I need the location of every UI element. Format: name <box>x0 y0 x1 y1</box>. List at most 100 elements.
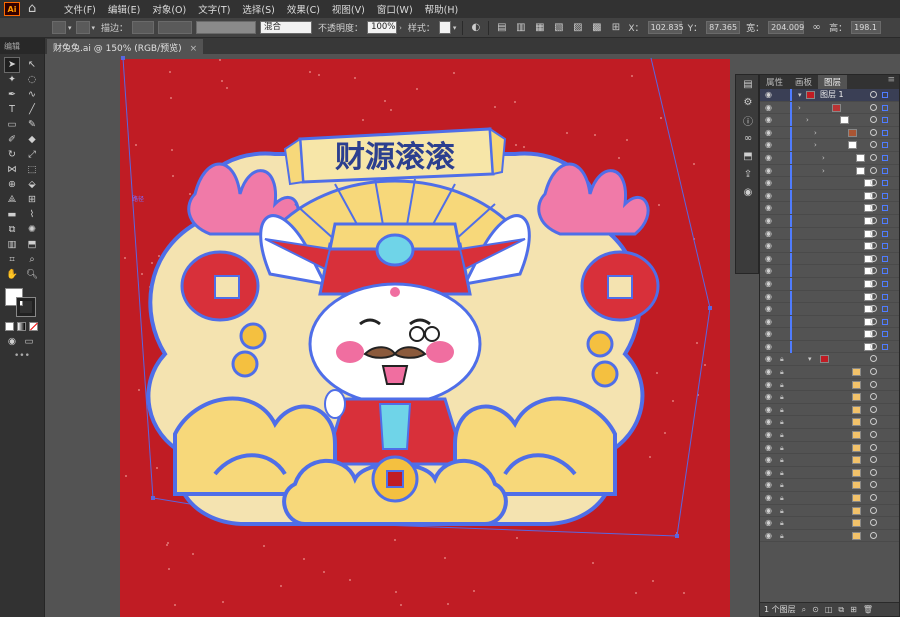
chevron-down-icon[interactable]: ▾ <box>92 24 96 32</box>
menu-file[interactable]: 文件(F) <box>64 2 96 16</box>
properties-panel-icon[interactable]: ▤ <box>736 75 760 93</box>
layer-row[interactable]: ◉ › <box>760 164 899 178</box>
visibility-eye-icon[interactable]: ◉ <box>765 468 772 478</box>
layer-row[interactable]: ◉ 🔒︎ <box>760 391 899 404</box>
align-left-icon[interactable]: ▤ <box>495 21 508 34</box>
align-center-icon[interactable]: ▥ <box>514 21 527 34</box>
symbol-sprayer-tool-icon[interactable]: ✺ <box>25 223 39 237</box>
target-icon[interactable] <box>870 380 877 388</box>
visibility-eye-icon[interactable]: ◉ <box>765 392 772 402</box>
target-icon[interactable] <box>870 216 877 224</box>
selection-indicator[interactable] <box>882 255 888 262</box>
target-icon[interactable] <box>870 393 877 401</box>
layer-row[interactable]: ◉ <box>760 315 899 329</box>
visibility-eye-icon[interactable]: ◉ <box>765 140 772 150</box>
selection-indicator[interactable] <box>882 154 888 161</box>
lock-icon[interactable]: 🔒︎ <box>780 430 784 440</box>
layer-row[interactable]: ◉ › <box>760 151 899 165</box>
layer-row[interactable]: ◉ 🔒︎ <box>760 505 899 518</box>
visibility-eye-icon[interactable]: ◉ <box>765 342 772 352</box>
selection-indicator[interactable] <box>882 192 888 199</box>
fill-swatch[interactable] <box>52 21 66 34</box>
target-icon[interactable] <box>870 368 877 376</box>
visibility-eye-icon[interactable]: ◉ <box>765 329 772 339</box>
tab-artboards[interactable]: 画板 <box>789 75 818 89</box>
layers-list[interactable]: ◉ ▾ 图层 1 ◉ › ◉ › ◉ › ◉ › ◉ › ◉ › ◉ ◉ ◉ ◉ ◉ ◉ ◉ ◉ ◉ ◉ ◉ ◉ ◉ ◉ ◉ 🔒︎ ▾ ◉… <box>760 89 899 569</box>
menu-window[interactable]: 窗口(W) <box>377 2 413 16</box>
visibility-eye-icon[interactable]: ◉ <box>765 304 772 314</box>
asset-export-icon[interactable]: ⇪ <box>736 165 760 183</box>
target-icon[interactable] <box>870 179 877 187</box>
shape-builder-tool-icon[interactable]: ⊕ <box>5 178 19 192</box>
rotate-tool-icon[interactable]: ↻ <box>5 148 19 162</box>
lock-icon[interactable]: 🔒︎ <box>780 417 784 427</box>
selection-indicator[interactable] <box>882 280 888 287</box>
chevron-right-icon[interactable]: › <box>814 139 817 151</box>
target-icon[interactable] <box>870 443 877 451</box>
visibility-eye-icon[interactable]: ◉ <box>765 166 772 176</box>
close-icon[interactable]: × <box>190 44 198 54</box>
hand-tool-icon[interactable]: ✋ <box>5 268 19 282</box>
target-icon[interactable] <box>870 141 877 149</box>
lock-icon[interactable]: 🔒︎ <box>780 392 784 402</box>
panel-menu-icon[interactable]: ≡ <box>883 75 899 89</box>
lock-icon[interactable]: 🔒︎ <box>780 405 784 415</box>
perspective-grid-tool-icon[interactable]: ⟁ <box>5 193 19 207</box>
target-icon[interactable] <box>870 229 877 237</box>
visibility-eye-icon[interactable]: ◉ <box>765 128 772 138</box>
layer-row[interactable]: ◉ <box>760 240 899 253</box>
stroke-swatch[interactable] <box>75 21 90 34</box>
chevron-right-icon[interactable]: › <box>822 152 825 164</box>
visibility-eye-icon[interactable]: ◉ <box>765 203 772 213</box>
layer-row[interactable]: ◉ 🔒︎ <box>760 429 899 442</box>
new-layer-icon[interactable]: ⊞ <box>850 605 857 614</box>
screen-mode-icon[interactable]: ▭ <box>22 335 36 349</box>
artboards-panel-icon[interactable]: ⬒ <box>736 147 760 165</box>
rectangle-tool-icon[interactable]: ▭ <box>5 118 19 132</box>
selection-indicator[interactable] <box>882 243 888 250</box>
selection-indicator[interactable] <box>882 92 888 98</box>
chevron-right-icon[interactable]: › <box>399 24 402 32</box>
lock-icon[interactable]: 🔒︎ <box>780 531 784 541</box>
libraries-panel-icon[interactable]: ⚙ <box>736 93 760 111</box>
artwork[interactable]: 财源滚滚 <box>45 54 735 617</box>
target-icon[interactable] <box>870 431 877 439</box>
free-transform-tool-icon[interactable]: ⬚ <box>25 163 39 177</box>
visibility-eye-icon[interactable]: ◉ <box>765 443 772 453</box>
visibility-eye-icon[interactable]: ◉ <box>765 266 772 276</box>
layer-row[interactable]: ◉ <box>760 252 899 266</box>
chevron-right-icon[interactable]: › <box>814 127 817 139</box>
stroke-profile-select[interactable] <box>158 21 193 34</box>
layer-row[interactable]: ◉ <box>760 227 899 241</box>
lasso-tool-icon[interactable]: ◌ <box>25 73 39 87</box>
blend-tool-icon[interactable]: ⧉ <box>5 223 19 237</box>
distribute-top-icon[interactable]: ▧ <box>552 21 565 34</box>
anchor-point[interactable] <box>708 306 712 310</box>
target-icon[interactable] <box>870 103 877 111</box>
visibility-eye-icon[interactable]: ◉ <box>765 367 772 377</box>
visibility-eye-icon[interactable]: ◉ <box>765 191 772 201</box>
visibility-eye-icon[interactable]: ◉ <box>765 455 772 465</box>
layer-row[interactable]: ◉ 🔒︎ <box>760 454 899 467</box>
selection-indicator[interactable] <box>882 318 888 325</box>
link-icon[interactable]: ∞ <box>810 21 823 34</box>
layer-row[interactable]: ◉ <box>760 189 899 203</box>
selection-indicator[interactable] <box>882 180 888 187</box>
layer-row[interactable]: ◉ 🔒︎ <box>760 379 899 392</box>
layer-row[interactable]: ◉ 🔒︎ <box>760 416 899 430</box>
target-icon[interactable] <box>870 481 877 489</box>
visibility-eye-icon[interactable]: ◉ <box>765 216 772 226</box>
chevron-right-icon[interactable]: › <box>798 102 801 114</box>
layer-row[interactable]: ◉ › <box>760 101 899 115</box>
target-icon[interactable] <box>870 317 877 325</box>
layer-row[interactable]: ◉ 🔒︎ <box>760 479 899 492</box>
curvature-tool-icon[interactable]: ∿ <box>25 88 39 102</box>
none-mode-icon[interactable] <box>29 322 38 331</box>
layer-row[interactable]: ◉ 🔒︎ <box>760 442 899 455</box>
layer-row[interactable]: ◉ 🔒︎ <box>760 366 899 379</box>
layer-row[interactable]: ◉ <box>760 328 899 341</box>
align-right-icon[interactable]: ▦ <box>533 21 546 34</box>
chevron-down-icon[interactable]: ▾ <box>798 89 802 101</box>
visibility-eye-icon[interactable]: ◉ <box>765 405 772 415</box>
target-icon[interactable] <box>870 494 877 501</box>
